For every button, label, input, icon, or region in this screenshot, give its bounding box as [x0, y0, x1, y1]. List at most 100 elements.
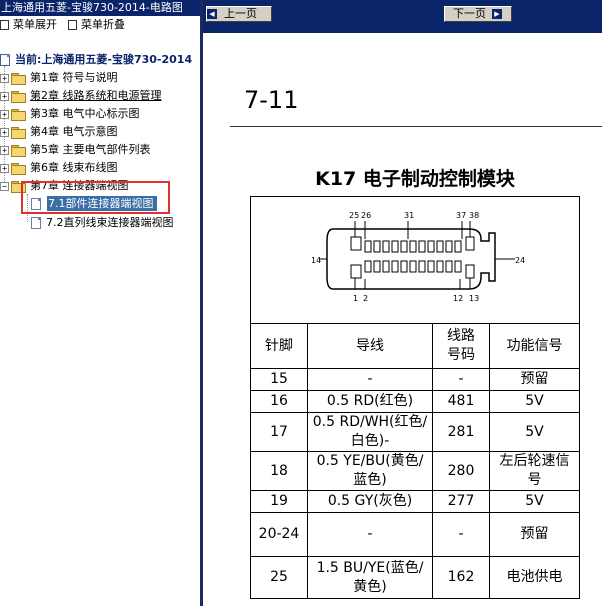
table-row: 17 0.5 RD/WH(红色/白色)- 281 5V — [250, 412, 580, 452]
expand-icon — [0, 20, 9, 30]
connector-cavity — [391, 260, 399, 273]
cell-function: 预留 — [489, 368, 580, 391]
col-header-pin: 针脚 — [250, 323, 308, 369]
tree-item-7-2[interactable]: 7.2直列线束连接器端视图 — [31, 215, 174, 231]
connector-cavity — [373, 260, 381, 273]
tree-chapter-5[interactable]: + 第5章 主要电气部件列表 — [0, 142, 151, 158]
cell-wire: 1.5 BU/YE(蓝色/黄色) — [307, 556, 433, 599]
minus-expander-icon[interactable]: − — [0, 182, 9, 191]
table-row: 25 1.5 BU/YE(蓝色/黄色) 162 电池供电 — [250, 556, 580, 599]
cell-circuit: 481 — [432, 390, 490, 413]
connector-cavity — [364, 260, 372, 273]
connector-cavity — [427, 260, 435, 273]
page-number: 7-11 — [244, 86, 299, 114]
top-cavity-row — [364, 240, 462, 253]
tree-toolbar: 菜单展开 菜单折叠 — [0, 17, 200, 33]
plus-expander-icon[interactable]: + — [0, 92, 9, 101]
folder-icon — [11, 90, 26, 103]
table-body: 15- - 预留 16 0.5 RD(红色) 481 5V 17 0.5 RD/WH(红色/白色… — [250, 368, 580, 599]
plus-expander-icon[interactable]: + — [0, 146, 9, 155]
cell-pin: 15 — [250, 368, 308, 391]
tree-chapter-6[interactable]: + 第6章 线束布线图 — [0, 160, 118, 176]
connector-cavity — [373, 240, 381, 253]
tree-chapter-1[interactable]: + 第1章 符号与说明 — [0, 70, 118, 86]
col-header-function: 功能信号 — [489, 323, 580, 369]
tree-chapter-2[interactable]: + 第2章 线路系统和电源管理 — [0, 88, 162, 104]
window-title: 上海通用五菱-宝骏730-2014-电路图 — [0, 0, 200, 16]
plus-expander-icon[interactable]: + — [0, 128, 9, 137]
pinout-table: 针脚 导线 线路 号码 功能信号 15- - 预留 16 0.5 RD(红色) 481 5V… — [250, 323, 580, 599]
cavity-pin-1 — [350, 264, 362, 279]
connector-cavity — [364, 240, 372, 253]
cell-function: 5V — [489, 390, 580, 413]
pin-label: 14 — [311, 256, 321, 265]
folder-icon — [11, 72, 26, 85]
folder-icon — [11, 144, 26, 157]
cell-pin: 19 — [250, 490, 308, 513]
connector-cavity — [427, 240, 435, 253]
connector-cavity — [409, 240, 417, 253]
connector-cavity — [454, 260, 462, 273]
document-title: K17 电子制动控制模块 — [315, 168, 515, 190]
next-page-button[interactable]: 下一页 ▶ — [444, 6, 512, 22]
table-row: 16 0.5 RD(红色) 481 5V — [250, 390, 580, 413]
tree-chapter-4[interactable]: + 第4章 电气示意图 — [0, 124, 118, 140]
cell-circuit: 277 — [432, 490, 490, 513]
cell-function: 左后轮速信号 — [489, 451, 580, 491]
cell-pin: 18 — [250, 451, 308, 491]
cell-wire: 0.5 RD(红色) — [307, 390, 433, 413]
table-row: 19 0.5 GY(灰色) 277 5V — [250, 490, 580, 513]
navigation-bar: ◀ 上一页 下一页 ▶ — [203, 0, 602, 33]
cell-wire: 0.5 YE/BU(黄色/蓝色) — [307, 451, 433, 491]
connector-cavity — [445, 240, 453, 253]
pin-label: 24 — [515, 256, 525, 265]
connector-diagram: 25 26 31 37 38 14 24 1 2 12 13 — [311, 211, 525, 303]
pin-label: 1 — [353, 294, 358, 303]
cell-circuit: - — [432, 368, 490, 391]
annotation-highlight-box — [21, 181, 170, 214]
col-header-circuit: 线路 号码 — [432, 323, 490, 369]
tree-chapter-3[interactable]: + 第3章 电气中心标示图 — [0, 106, 140, 122]
divider — [230, 126, 602, 127]
cavity-pin-38 — [465, 236, 475, 251]
page-icon — [31, 217, 41, 229]
folder-icon — [11, 162, 26, 175]
pin-label: 13 — [469, 294, 479, 303]
cell-function: 5V — [489, 412, 580, 452]
pin-label: 38 — [469, 211, 479, 220]
plus-expander-icon[interactable]: + — [0, 110, 9, 119]
folder-icon — [11, 126, 26, 139]
connector-cavity — [445, 260, 453, 273]
tree-root-current[interactable]: 当前:上海通用五菱-宝骏730-2014 — [0, 52, 192, 68]
cavity-pin-13 — [465, 264, 475, 279]
plus-expander-icon[interactable]: + — [0, 74, 9, 83]
prev-page-button[interactable]: ◀ 上一页 — [206, 6, 272, 22]
bottom-cavity-row — [364, 260, 462, 273]
pane-splitter[interactable] — [200, 0, 203, 606]
table-row: 20-24- - 预留 — [250, 512, 580, 557]
arrow-right-icon: ▶ — [492, 9, 502, 19]
connector-cavity — [436, 240, 444, 253]
cell-circuit: 280 — [432, 451, 490, 491]
cell-wire: 0.5 RD/WH(红色/白色)- — [307, 412, 433, 452]
col-header-wire: 导线 — [307, 323, 433, 369]
connector-cavity — [418, 260, 426, 273]
tree-pane: 上海通用五菱-宝骏730-2014-电路图 菜单展开 菜单折叠 当前:上海通用五… — [0, 0, 200, 606]
pin-label: 26 — [361, 211, 371, 220]
connector-cavity — [400, 240, 408, 253]
pin-label: 12 — [453, 294, 463, 303]
pin-label: 25 — [349, 211, 359, 220]
cell-pin: 25 — [250, 556, 308, 599]
connector-cavity — [409, 260, 417, 273]
connector-cavity — [391, 240, 399, 253]
collapse-menu-button[interactable]: 菜单折叠 — [68, 17, 125, 33]
cell-circuit: - — [432, 512, 490, 557]
connector-cavity — [454, 240, 462, 253]
plus-expander-icon[interactable]: + — [0, 164, 9, 173]
pin-label: 31 — [404, 211, 414, 220]
table-header-row: 针脚 导线 线路 号码 功能信号 — [250, 323, 580, 369]
cavity-pin-25 — [350, 236, 362, 251]
connector-cavity — [418, 240, 426, 253]
folder-icon — [11, 108, 26, 121]
expand-menu-button[interactable]: 菜单展开 — [0, 17, 57, 33]
